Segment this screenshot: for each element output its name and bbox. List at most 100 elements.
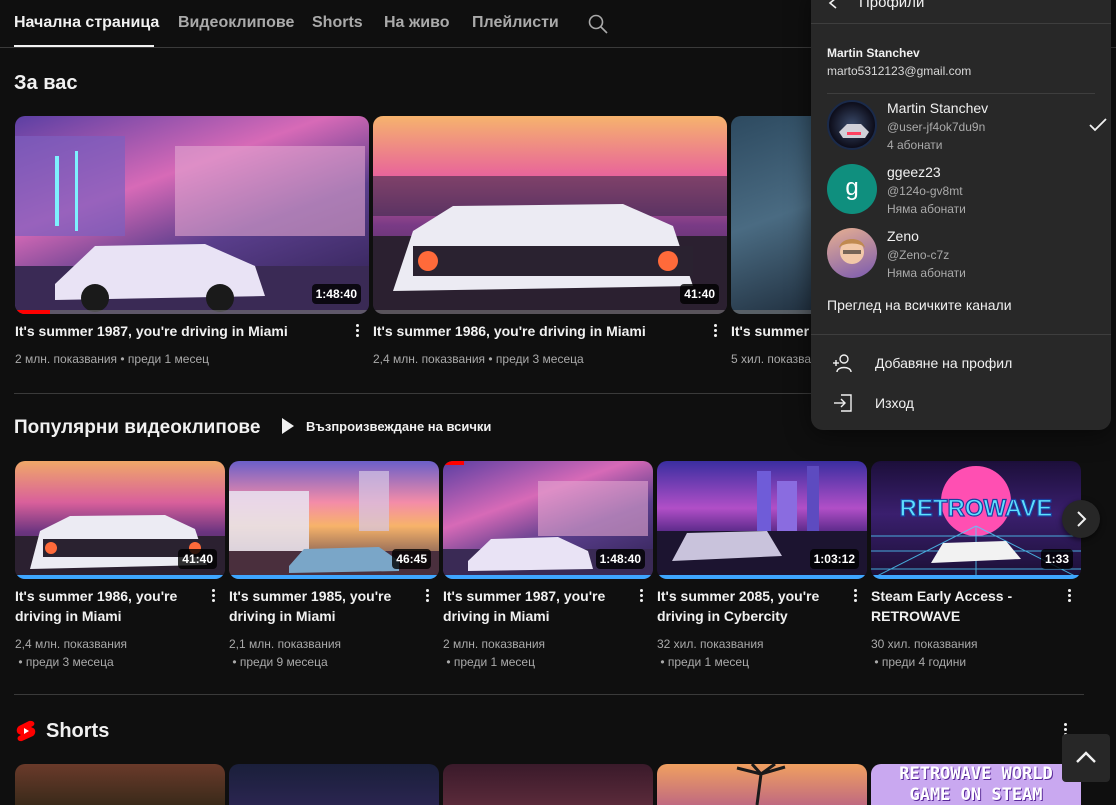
view-count: 2,4 млн. показвания: [373, 352, 486, 366]
channel-handle: @Zeno-c7z: [887, 248, 950, 262]
account-email: marto5312123@gmail.com: [827, 64, 972, 78]
avatar-letter: g: [845, 174, 859, 201]
upload-age: преди 1 месец: [127, 352, 210, 366]
video-title[interactable]: It's summer 1985, you're driving in Miami: [229, 586, 391, 626]
more-options-icon[interactable]: [353, 322, 361, 340]
video-thumbnail[interactable]: 46:45: [229, 461, 439, 579]
logout-icon: [834, 394, 852, 412]
video-meta: 2 млн. показвания • преди 1 месец: [15, 352, 210, 366]
logout-label: Изход: [875, 395, 914, 411]
video-title-line: It's summer 1986, you're: [15, 588, 178, 604]
video-title[interactable]: It's summer 2085, you're driving in Cyber…: [657, 586, 819, 626]
checkmark-icon: [1089, 118, 1107, 132]
upload-age: преди 1 месец: [667, 655, 749, 669]
view-all-channels-link[interactable]: Преглед на всичките канали: [827, 297, 1012, 313]
video-thumbnail[interactable]: 41:40: [15, 461, 225, 579]
avatar: [827, 100, 877, 150]
chevron-right-icon: [1077, 511, 1087, 527]
more-options-icon[interactable]: [423, 587, 431, 605]
avatar: [827, 228, 877, 278]
tab-live[interactable]: На живо: [384, 14, 449, 32]
account-name: Martin Stanchev: [827, 46, 920, 60]
search-icon[interactable]: [588, 14, 608, 34]
carousel-next-button[interactable]: [1062, 500, 1100, 538]
view-count: 2,1 млн. показвания: [229, 637, 342, 651]
tab-shorts[interactable]: Shorts: [312, 14, 363, 32]
short-overlay-line: GAME ON STEAM: [909, 785, 1043, 805]
short-thumbnail[interactable]: [443, 764, 653, 805]
channel-item[interactable]: g ggeez23 @124o-gv8mt Няма абонати: [827, 164, 1095, 222]
video-title-line: driving in Miami: [443, 608, 550, 624]
view-count: 2,4 млн. показвания: [15, 637, 128, 651]
progress-track: [15, 575, 225, 579]
video-thumbnail[interactable]: RETROWAVE 1:33: [871, 461, 1081, 579]
channel-handle: @124o-gv8mt: [887, 184, 963, 198]
back-arrow-icon[interactable]: [827, 0, 841, 10]
video-thumbnail[interactable]: 1:03:12: [657, 461, 867, 579]
video-title[interactable]: It's summer 1986, you're driving in Miami: [15, 586, 177, 626]
short-thumbnail[interactable]: [229, 764, 439, 805]
video-title-line: driving in Miami: [229, 608, 336, 624]
channel-name: Zeno: [887, 228, 919, 244]
logout-button[interactable]: Изход: [811, 383, 1111, 423]
channel-subscribers: 4 абонати: [887, 138, 943, 152]
play-all-button[interactable]: Възпроизвеждане на всички: [282, 418, 491, 434]
video-title-line: It's summer 1985, you're: [229, 588, 392, 604]
more-options-icon[interactable]: [209, 587, 217, 605]
channel-item[interactable]: Zeno @Zeno-c7z Няма абонати: [827, 228, 1095, 286]
video-meta: 30 хил. показвания • преди 4 години: [871, 637, 978, 669]
active-tab-indicator: [14, 45, 154, 47]
video-title-line: It's summer 1987, you're: [443, 588, 606, 604]
video-thumbnail[interactable]: 41:40: [373, 116, 727, 314]
video-title[interactable]: It's summer 1: [731, 321, 821, 341]
video-title-line: Steam Early Access -: [871, 588, 1013, 604]
upload-age: преди 3 месеца: [495, 352, 584, 366]
upload-age: преди 9 месеца: [239, 655, 328, 669]
progress-track: [871, 575, 1081, 579]
retrowave-logo-text: RETROWAVE: [900, 495, 1053, 522]
tab-home[interactable]: Начална страница: [14, 14, 159, 32]
shorts-logo-icon: [16, 720, 36, 742]
more-options-icon[interactable]: [851, 587, 859, 605]
scroll-to-top-button[interactable]: [1062, 734, 1110, 782]
video-meta: 2,4 млн. показвания • преди 3 месеца: [373, 352, 584, 366]
video-thumbnail[interactable]: 1:48:40: [443, 461, 653, 579]
popup-title: Профили: [859, 0, 925, 11]
thumbnail-art: [373, 176, 727, 314]
video-title[interactable]: It's summer 1986, you're driving in Miam…: [373, 321, 646, 341]
short-thumbnail[interactable]: RETROWAVE WORLD GAME ON STEAM: [871, 764, 1081, 805]
channel-subscribers: Няма абонати: [887, 266, 966, 280]
section-title-for-you: За вас: [14, 72, 78, 94]
profiles-popup: Профили Martin Stanchev marto5312123@gma…: [811, 0, 1111, 430]
channel-handle: @user-jf4ok7du9n: [887, 120, 986, 134]
popup-header: Профили: [811, 0, 1111, 24]
more-options-icon[interactable]: [711, 322, 719, 340]
video-title[interactable]: It's summer 1987, you're driving in Miami: [443, 586, 605, 626]
video-meta: 32 хил. показвания • преди 1 месец: [657, 637, 764, 669]
add-profile-button[interactable]: Добавяне на профил: [811, 343, 1111, 383]
short-overlay-text: RETROWAVE WORLD GAME ON STEAM: [871, 764, 1081, 805]
play-icon: [282, 418, 294, 434]
short-overlay-line: RETROWAVE WORLD: [899, 764, 1053, 784]
video-title[interactable]: It's summer 1987, you're driving in Miam…: [15, 321, 288, 341]
avatar: g: [827, 164, 877, 214]
progress-track: [229, 575, 439, 579]
duration-badge: 1:48:40: [595, 549, 645, 569]
upload-age: преди 3 месеца: [25, 655, 114, 669]
video-thumbnail[interactable]: 1:48:40: [15, 116, 369, 314]
video-meta: 2,4 млн. показвания • преди 3 месеца: [15, 637, 128, 669]
tab-playlists[interactable]: Плейлисти: [472, 14, 559, 32]
video-meta: 2 млн. показвания • преди 1 месец: [443, 637, 546, 669]
section-title-popular: Популярни видеоклипове: [14, 417, 261, 438]
video-title[interactable]: Steam Early Access - RETROWAVE: [871, 586, 1012, 626]
popup-divider: [827, 93, 1095, 94]
channel-item[interactable]: Martin Stanchev @user-jf4ok7du9n 4 абона…: [827, 100, 1107, 158]
section-title-shorts: Shorts: [46, 720, 110, 742]
more-options-icon[interactable]: [1065, 587, 1073, 605]
channel-name: ggeez23: [887, 164, 941, 180]
add-profile-label: Добавяне на профил: [875, 355, 1013, 371]
more-options-icon[interactable]: [637, 587, 645, 605]
short-thumbnail[interactable]: [657, 764, 867, 805]
short-thumbnail[interactable]: [15, 764, 225, 805]
tab-videos[interactable]: Видеоклипове: [178, 14, 294, 32]
